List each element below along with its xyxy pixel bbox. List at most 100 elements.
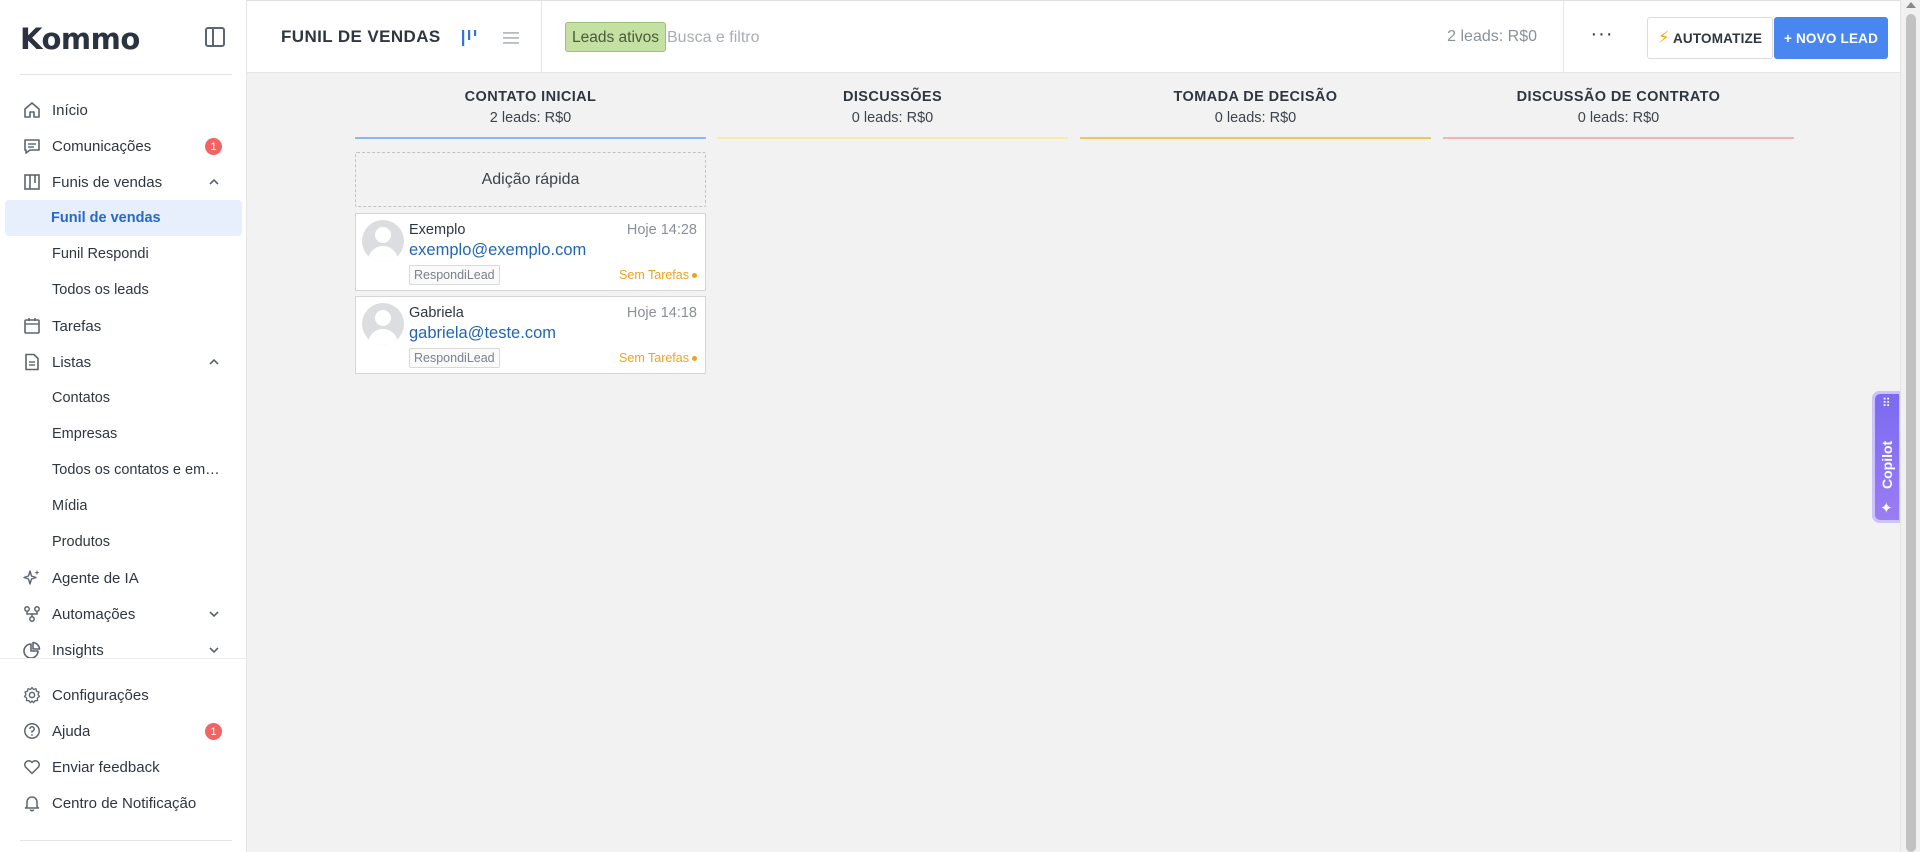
status-dot-icon bbox=[692, 273, 697, 279]
help-icon bbox=[21, 720, 43, 742]
sidebar-item-funil-respondi[interactable]: Funil Respondi bbox=[5, 236, 242, 272]
list-view-icon[interactable] bbox=[502, 30, 520, 46]
chevron-down-icon bbox=[209, 647, 219, 654]
lightning-icon: ⚡ bbox=[1657, 28, 1670, 47]
sidebar-item-enviar-feedback[interactable]: Enviar feedback bbox=[5, 749, 242, 785]
sidebar-item-ajuda[interactable]: Ajuda 1 bbox=[5, 713, 242, 749]
sparkles-icon bbox=[21, 567, 43, 589]
sidebar-item-produtos[interactable]: Produtos bbox=[5, 524, 242, 560]
sidebar-item-tarefas[interactable]: Tarefas bbox=[5, 308, 242, 344]
page-scrollbar[interactable] bbox=[1900, 0, 1920, 852]
column-title: DISCUSSÕES bbox=[842, 89, 943, 105]
column-title: CONTATO INICIAL bbox=[464, 89, 597, 105]
column-header-discussoes: DISCUSSÕES 0 leads: R$0 bbox=[717, 73, 1068, 139]
active-leads-filter-tag[interactable]: Leads ativos bbox=[565, 22, 667, 52]
sidebar-item-configuracoes[interactable]: Configurações bbox=[5, 677, 242, 713]
sidebar-item-automacoes[interactable]: Automações bbox=[5, 596, 242, 632]
copilot-tab[interactable]: ⠿ Copilot ✦ bbox=[1872, 391, 1902, 523]
sidebar-divider bbox=[20, 74, 232, 75]
automate-label: AUTOMATIZE bbox=[1672, 30, 1763, 46]
sidebar-item-label: Funis de vendas bbox=[52, 173, 163, 191]
column-title: TOMADA DE DECISÃO bbox=[1173, 89, 1338, 105]
notification-badge: 1 bbox=[205, 138, 222, 155]
sidebar-item-todos-os-leads[interactable]: Todos os leads bbox=[5, 272, 242, 308]
logo-row: Kommo bbox=[0, 0, 246, 74]
sidebar-section-divider bbox=[0, 658, 246, 659]
avatar bbox=[362, 220, 404, 262]
lead-name[interactable]: Exemplo bbox=[409, 222, 465, 238]
lead-tasks-label: Sem Tarefas bbox=[619, 268, 689, 282]
column-title: DISCUSSÃO DE CONTRATO bbox=[1516, 89, 1721, 105]
sidebar-item-insights[interactable]: Insights bbox=[5, 632, 242, 668]
lead-time: Hoje 14:28 bbox=[626, 222, 697, 238]
lead-email[interactable]: exemplo@exemplo.com bbox=[409, 241, 586, 260]
copilot-label: Copilot bbox=[1879, 440, 1895, 490]
search-input[interactable] bbox=[665, 22, 1029, 54]
sidebar-item-midia[interactable]: Mídia bbox=[5, 488, 242, 524]
sidebar-item-label: Tarefas bbox=[52, 317, 102, 335]
topbar-separator bbox=[1563, 1, 1564, 73]
lead-tasks-status[interactable]: Sem Tarefas bbox=[619, 351, 697, 365]
leads-summary: 2 leads: R$0 bbox=[1447, 28, 1537, 45]
lead-tasks-label: Sem Tarefas bbox=[619, 351, 689, 365]
sidebar-item-agente-de-ia[interactable]: Agente de IA bbox=[5, 560, 242, 596]
sidebar-item-label: Funil de vendas bbox=[51, 210, 161, 226]
new-lead-button[interactable]: + NOVO LEAD bbox=[1774, 17, 1888, 59]
home-icon bbox=[21, 99, 43, 121]
sidebar-item-label: Todos os leads bbox=[52, 282, 149, 298]
lead-email[interactable]: gabriela@teste.com bbox=[409, 324, 556, 343]
sidebar-item-label: Configurações bbox=[52, 686, 149, 704]
sidebar-item-listas[interactable]: Listas bbox=[5, 344, 242, 380]
avatar bbox=[362, 303, 404, 345]
sidebar-item-comunicacoes[interactable]: Comunicações 1 bbox=[5, 128, 242, 164]
automate-button[interactable]: ⚡ AUTOMATIZE bbox=[1647, 17, 1773, 59]
column-color-line bbox=[1080, 137, 1431, 139]
document-icon bbox=[21, 351, 43, 373]
calendar-icon bbox=[21, 315, 43, 337]
sidebar-collapse-icon[interactable] bbox=[205, 27, 225, 47]
column-color-line bbox=[1443, 137, 1794, 139]
sidebar-item-label: Produtos bbox=[52, 534, 111, 550]
lead-card[interactable]: Exemplo Hoje 14:28 exemplo@exemplo.com R… bbox=[355, 213, 706, 291]
topbar-separator bbox=[541, 1, 542, 73]
sidebar-item-label: Empresas bbox=[52, 426, 118, 442]
sidebar-item-label: Contatos bbox=[52, 390, 111, 406]
sidebar-item-inicio[interactable]: Início bbox=[5, 92, 242, 128]
scrollbar-thumb[interactable] bbox=[1906, 14, 1916, 852]
column-summary: 0 leads: R$0 bbox=[1577, 110, 1660, 126]
kommo-logo[interactable]: Kommo bbox=[20, 22, 140, 56]
sidebar-item-label: Automações bbox=[52, 605, 136, 623]
sidebar-item-label: Todos os contatos e empresas bbox=[52, 462, 224, 478]
column-summary: 0 leads: R$0 bbox=[1214, 110, 1297, 126]
sidebar-item-label: Agente de IA bbox=[52, 569, 139, 587]
funnel-board-icon bbox=[21, 171, 43, 193]
lead-tag[interactable]: RespondiLead bbox=[409, 265, 500, 285]
lead-tag[interactable]: RespondiLead bbox=[409, 348, 500, 368]
scroll-up-arrow-icon[interactable] bbox=[1906, 2, 1916, 8]
column-summary: 0 leads: R$0 bbox=[851, 110, 934, 126]
chevron-up-icon bbox=[209, 358, 219, 365]
sidebar-item-empresas[interactable]: Empresas bbox=[5, 416, 242, 452]
sidebar-item-todos-contatos-empresas[interactable]: Todos os contatos e empresas bbox=[5, 452, 242, 488]
sidebar-item-contatos[interactable]: Contatos bbox=[5, 380, 242, 416]
notification-badge: 1 bbox=[205, 723, 222, 740]
lead-tasks-status[interactable]: Sem Tarefas bbox=[619, 268, 697, 282]
topbar: FUNIL DE VENDAS Leads ativos 2 leads: R$… bbox=[247, 0, 1900, 73]
sidebar-item-funil-de-vendas[interactable]: Funil de vendas bbox=[5, 200, 242, 236]
lead-card[interactable]: Gabriela Hoje 14:18 gabriela@teste.com R… bbox=[355, 296, 706, 374]
drag-handle-icon[interactable]: ⠿ bbox=[1882, 397, 1892, 409]
kanban-view-icon[interactable] bbox=[459, 28, 479, 48]
sidebar-item-label: Início bbox=[52, 101, 88, 119]
sidebar-item-centro-de-notificacao[interactable]: Centro de Notificação bbox=[5, 785, 242, 821]
column-header-tomada-de-decisao: TOMADA DE DECISÃO 0 leads: R$0 bbox=[1080, 73, 1431, 139]
quick-add-button[interactable]: Adição rápida bbox=[355, 152, 706, 207]
sidebar-item-funis-de-vendas[interactable]: Funis de vendas bbox=[5, 164, 242, 200]
chat-icon bbox=[21, 135, 43, 157]
chevron-up-icon bbox=[209, 178, 219, 185]
more-options-button[interactable]: ··· bbox=[1587, 23, 1617, 51]
sidebar-item-label: Mídia bbox=[52, 498, 88, 514]
sidebar-item-label: Enviar feedback bbox=[52, 758, 160, 776]
lead-name[interactable]: Gabriela bbox=[409, 305, 464, 321]
automation-icon bbox=[21, 603, 43, 625]
sidebar-divider bbox=[20, 840, 232, 841]
